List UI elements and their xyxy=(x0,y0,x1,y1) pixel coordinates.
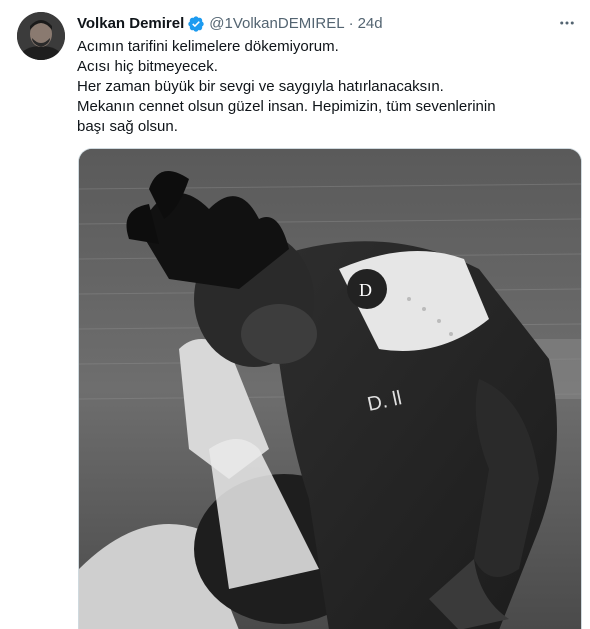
more-options-icon xyxy=(560,21,574,25)
more-options-button[interactable] xyxy=(552,10,582,36)
tweet-text-line: Acımın tarifini kelimelere dökemiyorum. xyxy=(77,38,339,55)
jersey-badge: D xyxy=(359,280,372,300)
tweet-header: Volkan Demirel @1VolkanDEMIREL · 24d xyxy=(77,14,550,34)
tweet-timestamp[interactable]: 24d xyxy=(358,14,383,34)
author-avatar[interactable] xyxy=(17,12,65,60)
tweet-text: Acımın tarifini kelimelere dökemiyorum. … xyxy=(77,37,517,137)
tweet[interactable]: Volkan Demirel @1VolkanDEMIREL · 24d Acı… xyxy=(0,0,590,629)
tweet-text-line: Mekanın cennet olsun güzel insan. Hepimi… xyxy=(77,98,496,135)
separator-dot: · xyxy=(348,15,354,32)
tweet-photo[interactable]: D D. ll xyxy=(78,148,582,629)
author-handle[interactable]: @1VolkanDEMIREL xyxy=(209,14,344,34)
tweet-text-line: Acısı hiç bitmeyecek. xyxy=(77,58,218,75)
verified-badge-icon xyxy=(187,15,205,33)
tweet-text-line: Her zaman büyük bir sevgi ve saygıyla ha… xyxy=(77,78,444,95)
author-name[interactable]: Volkan Demirel xyxy=(77,14,184,34)
